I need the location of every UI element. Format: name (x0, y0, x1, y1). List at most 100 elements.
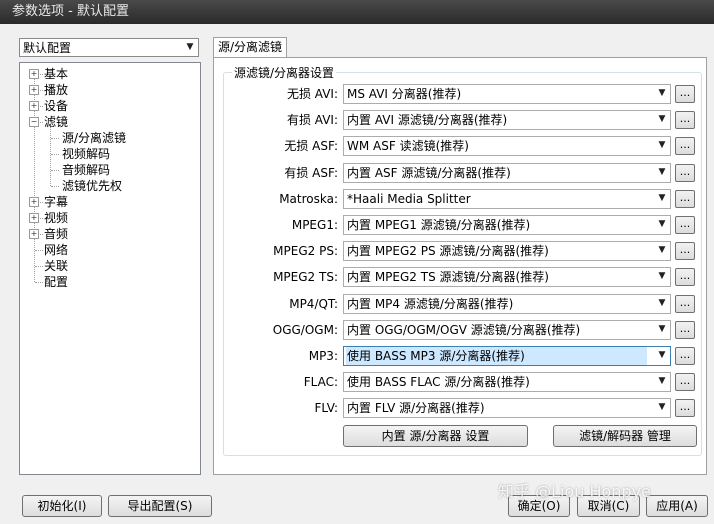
tree-item[interactable]: 设备 (44, 98, 68, 114)
filter-dropdown-value: 使用 BASS MP3 源/分离器(推荐) (346, 347, 647, 365)
chevron-down-icon: ▼ (658, 114, 666, 124)
browse-button[interactable]: ... (675, 347, 695, 365)
filter-row-label: OGG/OGM: (272, 323, 338, 337)
filter-dropdown[interactable]: 内置 ASF 源滤镜/分离器(推荐) ▼ (343, 163, 671, 183)
title-bar: 参数选项 - 默认配置 (0, 0, 714, 24)
tree-item-label: 关联 (44, 259, 69, 273)
browse-button[interactable]: ... (675, 164, 695, 182)
filter-dropdown-value: WM ASF 读滤镜(推荐) (347, 139, 469, 153)
watermark: 知乎 @Liou Honpye (498, 482, 651, 501)
tree-item[interactable]: 字幕 (44, 194, 68, 210)
tree-connector (35, 250, 43, 251)
chevron-down-icon: ▼ (658, 193, 666, 203)
tree-item[interactable]: 网络 (44, 242, 68, 258)
apply-button[interactable]: 应用(A) (646, 495, 708, 517)
tree-connector (51, 138, 59, 139)
tree-item-label: 基本 (44, 67, 69, 81)
filter-dropdown-value: 使用 BASS FLAC 源/分离器(推荐) (347, 375, 530, 389)
browse-button[interactable]: ... (675, 295, 695, 313)
filter-row-label: MPEG1: (291, 218, 338, 232)
tree-item[interactable]: 源/分离滤镜 (62, 130, 126, 146)
export-config-button[interactable]: 导出配置(S) (108, 495, 212, 517)
filter-dropdown[interactable]: 内置 OGG/OGM/OGV 源滤镜/分离器(推荐) ▼ (343, 320, 671, 340)
tree-item[interactable]: 播放 (44, 82, 68, 98)
filter-dropdown[interactable]: 内置 MPEG1 源滤镜/分离器(推荐) ▼ (343, 215, 671, 235)
tree-item[interactable]: 配置 (44, 274, 68, 290)
tree-item[interactable]: 滤镜 (44, 114, 68, 130)
filter-dropdown-value: 内置 OGG/OGM/OGV 源滤镜/分离器(推荐) (347, 323, 581, 337)
filter-dropdown-value: 内置 MPEG1 源滤镜/分离器(推荐) (347, 218, 531, 232)
filter-dropdown-value: *Haali Media Splitter (347, 192, 471, 206)
tree-item[interactable]: 关联 (44, 258, 68, 274)
filter-dropdown[interactable]: 内置 MPEG2 PS 源滤镜/分离器(推荐) ▼ (343, 241, 671, 261)
tree-item[interactable]: 滤镜优先权 (62, 178, 122, 194)
filter-row-label: MPEG2 PS: (273, 244, 338, 258)
filter-dropdown-value: 内置 AVI 源滤镜/分离器(推荐) (347, 113, 508, 127)
expand-icon[interactable]: + (29, 85, 39, 95)
expand-icon[interactable]: + (29, 197, 39, 207)
tree-item[interactable]: 基本 (44, 66, 68, 82)
chevron-down-icon: ▼ (658, 167, 666, 177)
collapse-icon[interactable]: − (29, 117, 39, 127)
browse-button[interactable]: ... (675, 216, 695, 234)
filter-dropdown-value: 内置 FLV 源/分离器(推荐) (347, 401, 485, 415)
chevron-down-icon: ▼ (186, 42, 194, 52)
browse-button[interactable]: ... (675, 242, 695, 260)
browse-button[interactable]: ... (675, 373, 695, 391)
tree-item-label: 网络 (44, 243, 69, 257)
filter-row-label: Matroska: (279, 192, 338, 206)
browse-button[interactable]: ... (675, 111, 695, 129)
tree-item-label: 音频 (44, 227, 69, 241)
browse-button[interactable]: ... (675, 85, 695, 103)
reset-button[interactable]: 初始化(I) (22, 495, 102, 517)
tree-item[interactable]: 视频 (44, 210, 68, 226)
filter-dropdown[interactable]: 内置 AVI 源滤镜/分离器(推荐) ▼ (343, 110, 671, 130)
filter-decoder-manager-button[interactable]: 滤镜/解码器 管理 (553, 425, 697, 447)
filter-dropdown[interactable]: MS AVI 分离器(推荐) ▼ (343, 84, 671, 104)
tree-connector (50, 126, 51, 186)
filter-dropdown[interactable]: 使用 BASS FLAC 源/分离器(推荐) ▼ (343, 372, 671, 392)
filter-dropdown-value: 内置 MP4 源滤镜/分离器(推荐) (347, 297, 514, 311)
filter-dropdown[interactable]: *Haali Media Splitter ▼ (343, 189, 671, 209)
filter-dropdown[interactable]: 使用 BASS MP3 源/分离器(推荐) ▼ (343, 346, 671, 366)
tree-item-label: 音频解码 (62, 163, 111, 177)
browse-button[interactable]: ... (675, 321, 695, 339)
filter-dropdown[interactable]: 内置 MP4 源滤镜/分离器(推荐) ▼ (343, 294, 671, 314)
expand-icon[interactable]: + (29, 69, 39, 79)
expand-icon[interactable]: + (29, 101, 39, 111)
settings-tree[interactable]: 基本 + 播放 + 设备 + 滤镜 − 源/分离滤镜 视频解码 音频解码滤镜优先权 字幕 + 视频 + 音频 +… (19, 62, 201, 475)
tree-item-label: 滤镜 (44, 115, 69, 129)
builtin-splitter-settings-button[interactable]: 内置 源/分离器 设置 (343, 425, 528, 447)
browse-button[interactable]: ... (675, 190, 695, 208)
browse-button[interactable]: ... (675, 137, 695, 155)
browse-button[interactable]: ... (675, 268, 695, 286)
filter-dropdown[interactable]: 内置 MPEG2 TS 源滤镜/分离器(推荐) ▼ (343, 267, 671, 287)
filter-row-label: MPEG2 TS: (273, 270, 338, 284)
chevron-down-icon: ▼ (658, 140, 666, 150)
tree-item-label: 滤镜优先权 (62, 179, 123, 193)
tree-item[interactable]: 音频解码 (62, 162, 110, 178)
expand-icon[interactable]: + (29, 229, 39, 239)
chevron-down-icon: ▼ (658, 376, 666, 386)
profile-dropdown[interactable]: 默认配置 ▼ (19, 38, 199, 57)
filter-dropdown[interactable]: WM ASF 读滤镜(推荐) ▼ (343, 136, 671, 156)
group-title: 源滤镜/分离器设置 (232, 64, 337, 81)
tab-source-splitter[interactable]: 源/分离滤镜 (213, 37, 287, 58)
chevron-down-icon: ▼ (658, 245, 666, 255)
filter-dropdown-value: MS AVI 分离器(推荐) (347, 87, 462, 101)
filter-row-label: FLV: (314, 401, 338, 415)
filter-row-label: 有损 ASF: (284, 166, 338, 180)
filter-dropdown[interactable]: 内置 FLV 源/分离器(推荐) ▼ (343, 398, 671, 418)
chevron-down-icon: ▼ (658, 88, 666, 98)
expand-icon[interactable]: + (29, 213, 39, 223)
chevron-down-icon: ▼ (658, 324, 666, 334)
tree-item[interactable]: 视频解码 (62, 146, 110, 162)
tree-item-label: 配置 (44, 275, 69, 289)
browse-button[interactable]: ... (675, 399, 695, 417)
tree-item[interactable]: 音频 (44, 226, 68, 242)
tree-connector (51, 154, 59, 155)
tree-item-label: 设备 (44, 99, 69, 113)
filter-row-label: 无损 AVI: (286, 87, 338, 101)
tree-connector (51, 170, 59, 171)
chevron-down-icon: ▼ (658, 219, 666, 229)
